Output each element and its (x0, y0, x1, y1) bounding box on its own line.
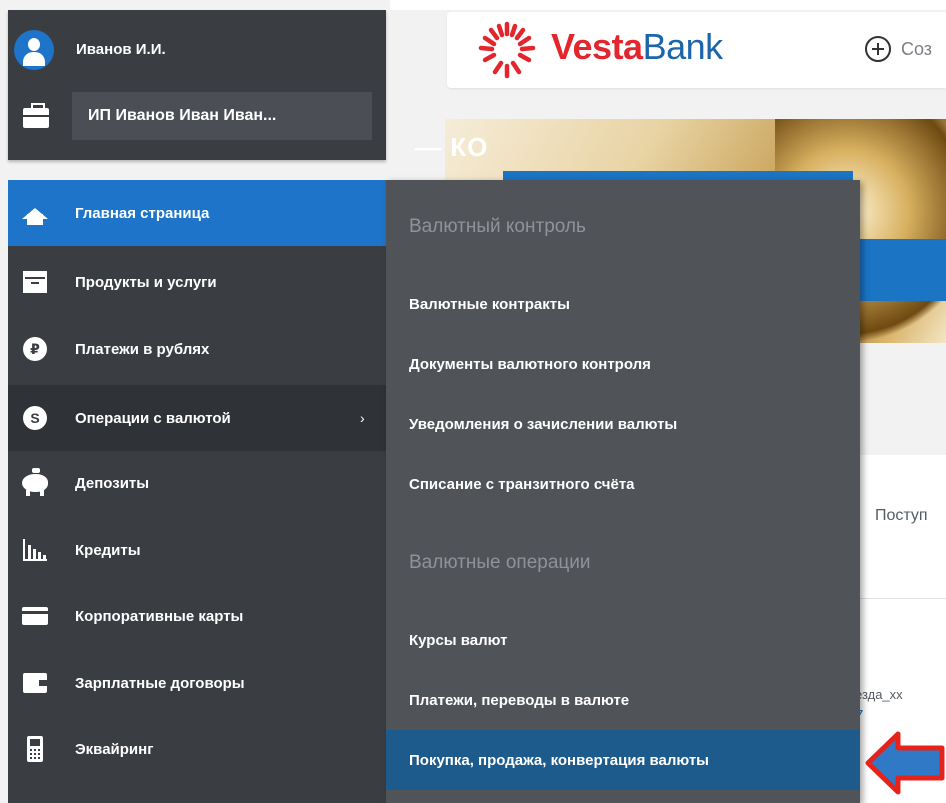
submenu-item-label: Документы валютного контроля (409, 355, 651, 373)
sidebar-item-deposits[interactable]: Депозиты (8, 450, 386, 516)
avatar-icon[interactable] (14, 30, 54, 70)
sidebar-nav: Главная страница Продукты и услуги ₽ Пла… (8, 180, 386, 803)
banner-title-box (850, 239, 946, 301)
sidebar-item-label: Зарплатные договоры (75, 674, 245, 692)
sidebar-item-corporate-cards[interactable]: Корпоративные карты (8, 583, 386, 649)
sidebar-item-label: Платежи в рублях (75, 340, 210, 358)
sidebar-item-home[interactable]: Главная страница (8, 180, 386, 246)
logo-text-bank: Bank (642, 26, 724, 67)
submenu-item-label: Списание с транзитного счёта (409, 475, 635, 493)
dollar-icon: S (20, 403, 50, 433)
submenu-item-label: Платежи, переводы в валюте (409, 691, 630, 709)
sidebar-item-label: Корпоративные карты (75, 607, 244, 625)
briefcase-icon (23, 103, 49, 128)
submenu-item-label: Уведомления о зачислении валюты (409, 415, 678, 433)
submenu-item-currency-contracts[interactable]: Валютные контракты (386, 274, 860, 334)
pos-terminal-icon (20, 734, 50, 764)
card-icon (20, 601, 50, 631)
sidebar-item-label: Кредиты (75, 541, 141, 559)
sidebar-item-products[interactable]: Продукты и услуги (8, 249, 386, 315)
sidebar-item-label: Продукты и услуги (75, 273, 217, 291)
sidebar-item-currency-operations[interactable]: S Операции с валютой › (8, 385, 386, 451)
sidebar-item-ruble-payments[interactable]: ₽ Платежи в рублях (8, 316, 386, 382)
organization-select[interactable]: ИП Иванов Иван Иван... (72, 92, 372, 140)
top-strip (390, 0, 946, 10)
vestabank-logo-icon (478, 21, 536, 79)
submenu-item-currency-credit-notices[interactable]: Уведомления о зачислении валюты (386, 394, 860, 454)
submenu-heading-currency-control: Валютный контроль (409, 216, 586, 237)
sidebar-item-label: Главная страница (75, 204, 210, 222)
sidebar-item-label: Эквайринг (75, 740, 154, 758)
submenu-item-buy-sell-convert[interactable]: Покупка, продажа, конвертация валюты (386, 730, 860, 790)
header-bar: VestaBank Соз (447, 12, 946, 88)
chart-icon (20, 535, 50, 565)
submenu-item-label: Курсы валют (409, 631, 508, 649)
submenu-heading-currency-operations: Валютные операции (409, 552, 591, 573)
plus-circle-icon (865, 36, 891, 62)
sidebar-item-credits[interactable]: Кредиты (8, 517, 386, 583)
sidebar-item-acquiring[interactable]: Эквайринг (8, 716, 386, 782)
arrow-left-icon (865, 731, 945, 795)
received-label: Поступ (875, 507, 928, 524)
submenu-item-currency-payments[interactable]: Платежи, переводы в валюте (386, 670, 860, 730)
chevron-right-icon: › (360, 410, 365, 426)
create-button-label: Соз (901, 38, 933, 59)
sidebar-item-label: Депозиты (75, 474, 150, 492)
document-text: езда_хх (855, 687, 903, 702)
home-icon (20, 198, 50, 228)
submenu-item-label: Покупка, продажа, конвертация валюты (409, 751, 709, 769)
submenu-item-currency-control-docs[interactable]: Документы валютного контроля (386, 334, 860, 394)
wallet-icon (20, 668, 50, 698)
vestabank-logo-text[interactable]: VestaBank (551, 26, 723, 68)
create-button[interactable]: Соз (865, 36, 932, 62)
archive-icon (20, 267, 50, 297)
ruble-icon: ₽ (20, 334, 50, 364)
submenu-item-label: Валютные контракты (409, 295, 570, 313)
sidebar-item-salary-contracts[interactable]: Зарплатные договоры (8, 650, 386, 716)
sidebar-item-label: Операции с валютой (75, 409, 231, 427)
submenu-item-exchange-rates[interactable]: Курсы валют (386, 610, 860, 670)
banner-title: — КО (415, 132, 489, 162)
piggy-bank-icon (20, 468, 50, 498)
user-name[interactable]: Иванов И.И. (76, 41, 166, 58)
user-panel: Иванов И.И. ИП Иванов Иван Иван... (8, 10, 386, 160)
logo-text-vesta: Vesta (551, 26, 643, 67)
currency-submenu: Валютный контроль Валютные контракты Док… (386, 180, 860, 803)
submenu-item-transit-writeoff[interactable]: Списание с транзитного счёта (386, 454, 860, 514)
